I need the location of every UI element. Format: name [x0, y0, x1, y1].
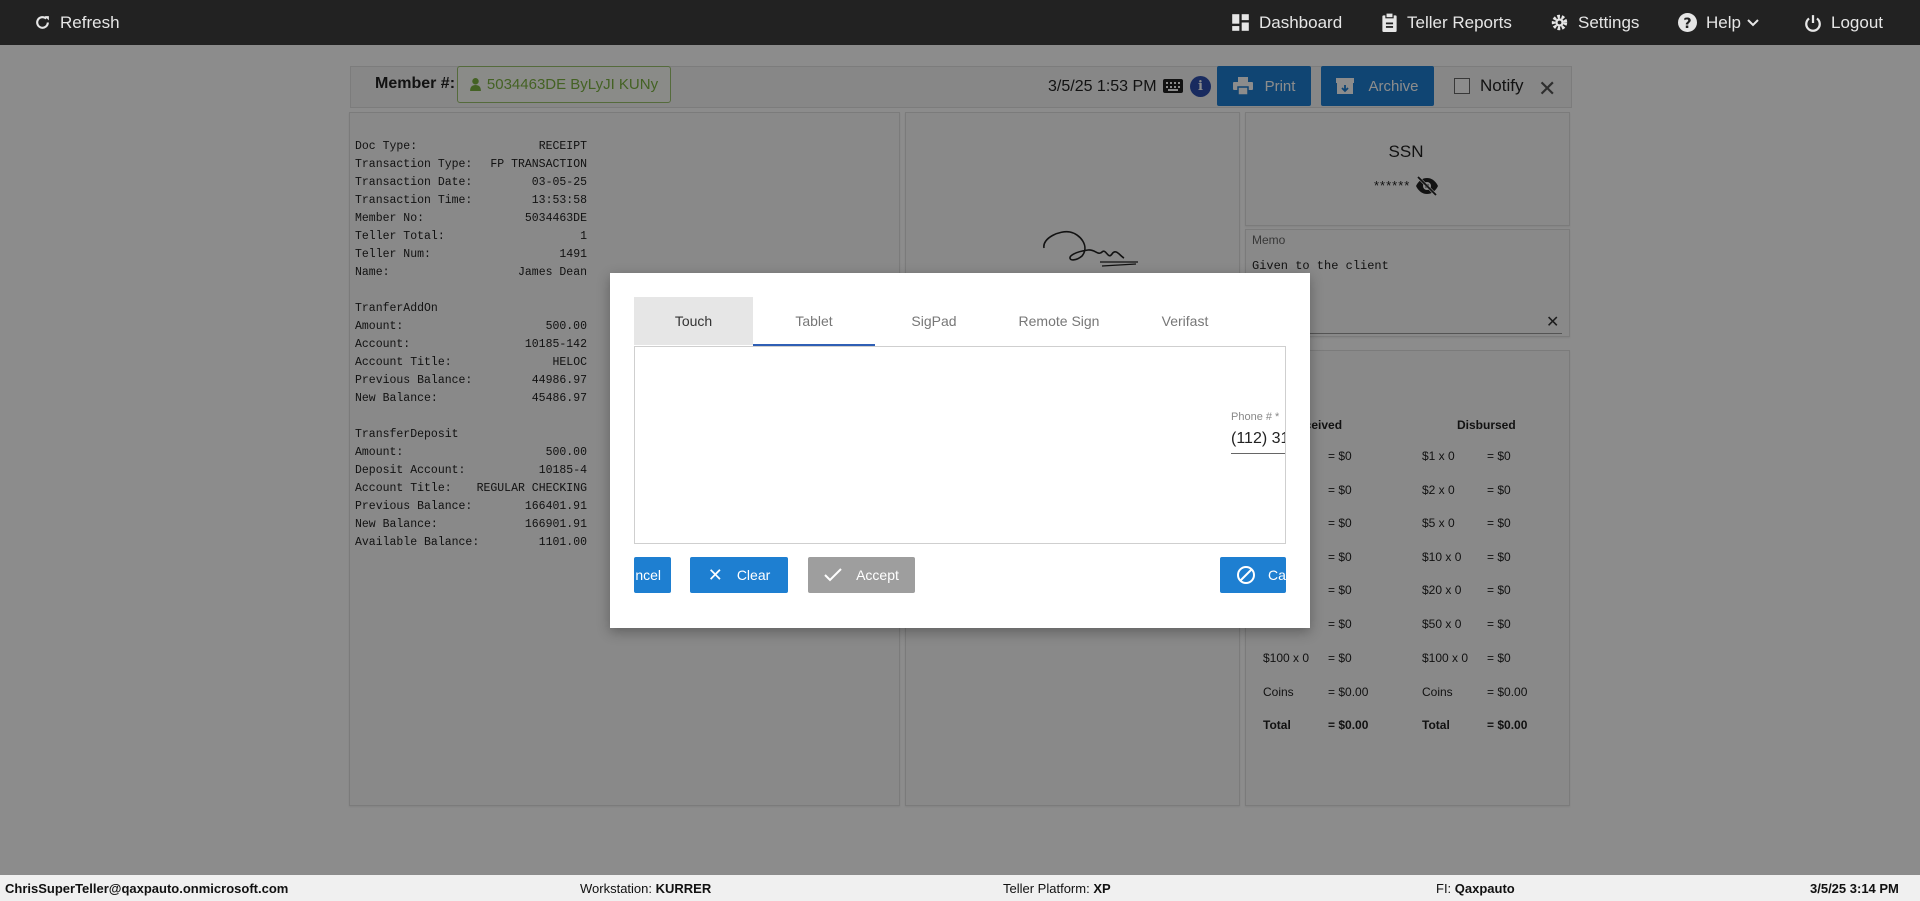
tab-touch[interactable]: Touch — [634, 297, 753, 345]
nav-teller-reports-label: Teller Reports — [1407, 12, 1512, 32]
nav-settings[interactable]: Settings — [1550, 0, 1639, 45]
gear-icon — [1551, 14, 1568, 31]
power-icon — [1805, 14, 1821, 32]
phone-input[interactable]: (112) 31 — [1231, 430, 1285, 448]
signature-dialog: Touch Tablet SigPad Remote Sign Verifast… — [610, 273, 1310, 628]
cancel-button-right[interactable]: Ca — [1220, 557, 1286, 593]
nav-dashboard-label: Dashboard — [1259, 12, 1343, 32]
workstation-value: KURRER — [655, 881, 712, 896]
help-icon: ? — [1678, 13, 1697, 32]
nav-teller-reports[interactable]: Teller Reports — [1381, 0, 1512, 45]
accept-button[interactable]: Accept — [808, 557, 915, 593]
tab-remote-sign[interactable]: Remote Sign — [993, 297, 1125, 345]
phone-underline — [1231, 453, 1285, 454]
chevron-down-icon — [1747, 18, 1759, 26]
refresh-icon — [36, 16, 49, 29]
tab-tablet[interactable]: Tablet — [753, 297, 875, 345]
svg-text:?: ? — [1683, 16, 1691, 32]
status-user: ChrisSuperTeller@qaxpauto.onmicrosoft.co… — [5, 881, 289, 896]
cancel-left-label: ncel — [635, 567, 661, 583]
accept-label: Accept — [856, 567, 899, 583]
nav-logout-label: Logout — [1831, 12, 1883, 32]
nav-dashboard[interactable]: Dashboard — [1231, 0, 1342, 45]
workstation-label: Workstation: — [580, 881, 656, 896]
status-fi: FI: Qaxpauto — [1436, 881, 1515, 896]
fi-label: FI: — [1436, 881, 1455, 896]
clipboard-icon — [1382, 13, 1397, 32]
nav-settings-label: Settings — [1578, 12, 1640, 32]
phone-label: Phone # * — [1231, 411, 1280, 423]
nav-logout[interactable]: Logout — [1804, 0, 1883, 45]
status-workstation: Workstation: KURRER — [580, 881, 711, 896]
platform-value: XP — [1093, 881, 1111, 896]
signature-capture-area[interactable]: Phone # * (112) 31 — [634, 346, 1286, 544]
ban-icon — [1237, 566, 1255, 584]
status-datetime: 3/5/25 3:14 PM — [1810, 881, 1899, 896]
clear-button[interactable]: ✕ Clear — [690, 557, 788, 593]
dashboard-icon — [1232, 14, 1249, 31]
clear-label: Clear — [736, 567, 771, 583]
fi-value: Qaxpauto — [1454, 881, 1515, 896]
status-platform: Teller Platform: XP — [1003, 881, 1111, 896]
status-bar: ChrisSuperTeller@qaxpauto.onmicrosoft.co… — [0, 875, 1920, 901]
cancel-right-label: Ca — [1268, 567, 1286, 583]
nav-help-label: Help — [1706, 12, 1741, 32]
top-navbar: Refresh Dashboard Teller Reports Setting… — [0, 0, 1920, 45]
refresh-button[interactable]: Refresh — [34, 0, 120, 45]
tab-sigpad[interactable]: SigPad — [875, 297, 993, 345]
platform-label: Teller Platform: — [1003, 881, 1094, 896]
cancel-button-left[interactable]: ncel — [634, 557, 671, 593]
check-icon — [824, 568, 842, 582]
close-icon: ✕ — [707, 564, 723, 585]
nav-help[interactable]: ? Help — [1678, 0, 1759, 45]
refresh-label: Refresh — [60, 12, 120, 32]
tab-verifast[interactable]: Verifast — [1125, 297, 1245, 345]
